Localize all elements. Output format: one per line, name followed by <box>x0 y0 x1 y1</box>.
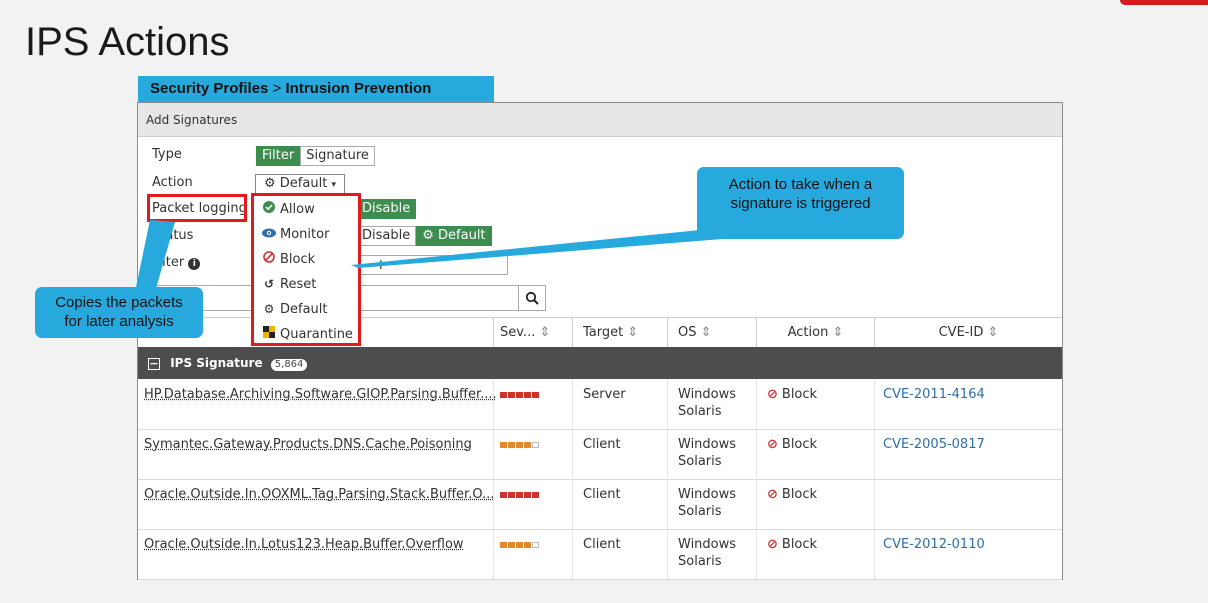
callout-right-line2: signature is triggered <box>730 195 871 212</box>
right-callout-pointer <box>351 228 735 268</box>
packet-logging-callout: Copies the packets for later analysis <box>35 287 203 338</box>
callout-left-line2: for later analysis <box>64 313 174 330</box>
callout-left-line1: Copies the packets <box>55 294 183 311</box>
action-callout: Action to take when a signature is trigg… <box>697 167 904 239</box>
callout-right-line1: Action to take when a <box>728 176 873 193</box>
left-callout-pointer <box>135 220 175 292</box>
